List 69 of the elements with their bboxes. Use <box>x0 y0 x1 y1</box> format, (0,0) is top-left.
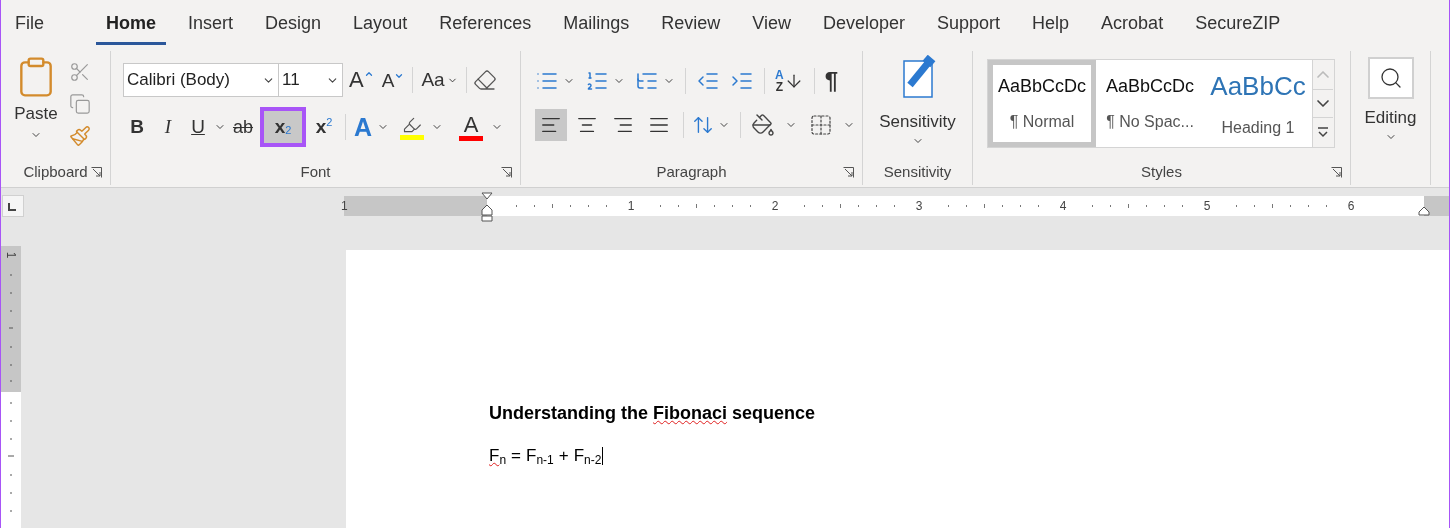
font-size-dropdown[interactable]: 11 <box>279 63 343 97</box>
ribbon-tab[interactable]: Developer <box>812 5 915 45</box>
indent-marker-icon[interactable] <box>481 192 493 222</box>
dialog-launcher-icon[interactable] <box>1331 167 1342 178</box>
text-effects-button[interactable]: A <box>352 114 375 140</box>
ribbon-tab[interactable]: Layout <box>343 5 418 45</box>
group-label: Font <box>300 161 331 182</box>
strikethrough-button[interactable]: ab <box>229 112 257 142</box>
dialog-launcher-icon[interactable] <box>843 167 854 178</box>
ruler-number: 3 <box>915 198 923 215</box>
group-label: Sensitivity <box>883 161 952 182</box>
ribbon-tab[interactable]: Design <box>255 5 332 45</box>
paste-button[interactable]: Paste <box>9 55 63 147</box>
ribbon-tab[interactable]: Acrobat <box>1091 5 1174 45</box>
bold-button[interactable]: B <box>123 112 151 142</box>
sort-button[interactable]: A Z <box>775 69 804 93</box>
ribbon-tab[interactable]: Insert <box>178 5 244 45</box>
group-label: Styles <box>1141 161 1182 182</box>
ribbon-tab[interactable]: Review <box>651 5 731 45</box>
numbered-list-icon[interactable] <box>585 69 609 93</box>
ruler-number: 1 <box>627 198 635 215</box>
ruler-number: 6 <box>1347 198 1355 215</box>
group-label: Clipboard <box>23 161 88 182</box>
style-gallery-item[interactable]: AaBbCcDc ¶ No Spac... <box>1096 60 1204 147</box>
ribbon-tab[interactable]: References <box>429 5 542 45</box>
clear-formatting-icon[interactable] <box>472 68 497 92</box>
ribbon-tab[interactable]: Help <box>1022 5 1080 45</box>
shading-icon[interactable] <box>751 113 775 137</box>
grow-font-button[interactable]: A <box>347 69 376 91</box>
shrink-font-button[interactable]: A <box>379 70 407 90</box>
ribbon-tab[interactable]: SecureZIP <box>1185 5 1291 45</box>
show-formatting-button[interactable]: ¶ <box>824 63 839 99</box>
document-heading: Understanding the Fibonaci sequence <box>489 402 817 425</box>
editing-button[interactable]: Editing <box>1351 51 1430 143</box>
right-indent-marker-icon[interactable] <box>1418 206 1430 216</box>
font-color-button[interactable]: A <box>458 113 485 141</box>
dialog-launcher-icon[interactable] <box>91 167 102 178</box>
ruler-number: 2 <box>771 198 779 215</box>
scroll-down-icon[interactable] <box>1313 89 1333 118</box>
cut-icon[interactable] <box>69 61 91 83</box>
group-label: Paragraph <box>656 161 727 182</box>
ribbon-tab[interactable]: Support <box>927 5 1011 45</box>
left-tab-icon <box>8 203 16 211</box>
underline-button[interactable]: U <box>185 112 211 142</box>
dialog-launcher-icon[interactable] <box>501 167 512 178</box>
ruler-number: 1 <box>3 251 19 259</box>
font-name-dropdown[interactable]: Calibri (Body) <box>123 63 279 97</box>
superscript-button[interactable]: x$^{2}$ <box>309 107 339 147</box>
search-icon <box>1378 66 1403 90</box>
borders-icon[interactable] <box>809 113 833 137</box>
line-spacing-icon[interactable] <box>692 114 714 136</box>
formula: F$_{n}$ = F$_{n-1}$ + F$_{n-2}$ <box>489 445 605 469</box>
ruler-number: 1 <box>341 198 348 215</box>
sensitivity-button[interactable]: Sensitivity <box>863 51 972 147</box>
ruler-number: 4 <box>1059 198 1067 215</box>
style-gallery-item[interactable]: AaBbCc Heading 1 <box>1204 60 1312 147</box>
paintbrush-icon[interactable] <box>69 125 91 147</box>
copy-icon[interactable] <box>69 93 91 115</box>
italic-button[interactable]: I <box>154 112 182 142</box>
text-cursor <box>602 446 604 465</box>
ribbon-tab[interactable]: Mailings <box>553 5 640 45</box>
tab-selector[interactable] <box>2 195 24 217</box>
change-case-button[interactable]: Aa <box>419 65 460 95</box>
ribbon-tab[interactable]: File <box>5 5 54 45</box>
ribbon-tab[interactable]: View <box>742 5 801 45</box>
align-button[interactable] <box>535 109 567 141</box>
style-gallery-item[interactable]: AaBbCcDc ¶ Normal <box>988 60 1096 147</box>
up-chevron-icon <box>363 69 374 79</box>
ruler-number: 5 <box>1203 198 1211 215</box>
